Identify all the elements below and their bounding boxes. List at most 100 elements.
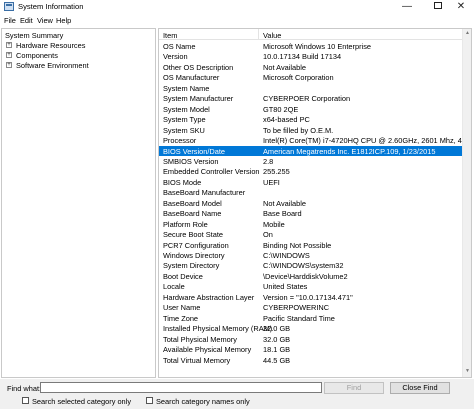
row-value-cell: Not Available <box>263 198 307 208</box>
row-item-cell: Embedded Controller Version <box>163 167 260 177</box>
tree-item-label: Software Environment <box>16 61 89 70</box>
table-row[interactable]: Total Virtual Memory 44.5 GB <box>159 355 463 366</box>
table-row[interactable]: Secure Boot State On <box>159 229 463 240</box>
row-value-cell: CYBERPOER Corporation <box>263 94 351 104</box>
row-value-cell: Base Board <box>263 209 302 219</box>
table-row[interactable]: Embedded Controller Version 255.255 <box>159 166 463 177</box>
table-row[interactable]: SMBIOS Version 2.8 <box>159 156 463 167</box>
expand-icon[interactable]: + <box>6 52 12 58</box>
row-value-cell: \Device\HarddiskVolume2 <box>263 271 348 281</box>
menu-edit[interactable]: Edit <box>20 16 33 25</box>
row-value-cell: 18.1 GB <box>263 345 291 355</box>
table-row[interactable]: Boot Device \Device\HarddiskVolume2 <box>159 271 463 282</box>
row-item-cell: Windows Directory <box>163 251 225 260</box>
row-item-cell: System Model <box>163 104 210 114</box>
row-value-cell: Binding Not Possible <box>263 240 332 250</box>
table-row[interactable]: System Name <box>159 83 463 94</box>
table-row[interactable]: System Directory C:\WINDOWS\system32 <box>159 260 463 271</box>
find-button[interactable]: Find <box>324 382 384 394</box>
row-value-cell: Version = "10.0.17134.471" <box>263 292 353 302</box>
table-row[interactable]: Processor Intel(R) Core(TM) i7-4720HQ CPU… <box>159 135 471 146</box>
row-item-cell: OS Manufacturer <box>163 73 220 83</box>
row-value-cell: GT80 2QE <box>263 104 299 114</box>
close-find-button[interactable]: Close Find <box>390 382 450 394</box>
table-row[interactable]: System SKU To be filled by O.E.M. <box>159 125 463 136</box>
column-header-value[interactable]: Value <box>263 31 281 40</box>
row-value-cell: 2.8 <box>263 156 274 166</box>
row-value-cell: 32.0 GB <box>263 324 291 334</box>
vertical-scrollbar[interactable]: ▲ ▼ <box>462 29 471 377</box>
category-tree[interactable]: System Summary + Hardware Resources + Co… <box>1 28 156 378</box>
row-item-cell: User Name <box>163 303 201 313</box>
details-list[interactable]: Item Value OS Name Microsoft Windows 10 E… <box>158 28 472 378</box>
row-item-cell: Locale <box>163 282 185 292</box>
row-item-cell: Other OS Description <box>163 62 234 72</box>
tree-item-label: Components <box>16 51 58 60</box>
table-row[interactable]: Platform Role Mobile <box>159 219 463 230</box>
table-row[interactable]: Installed Physical Memory (RAM) 32.0 GB <box>159 323 463 334</box>
row-item-cell: System Directory <box>163 261 220 271</box>
tree-item-label: Hardware Resources <box>16 41 86 50</box>
row-value-cell: On <box>263 230 273 240</box>
table-row[interactable]: BaseBoard Manufacturer <box>159 187 463 198</box>
expand-icon[interactable]: + <box>6 42 12 48</box>
row-item-cell: System Type <box>163 115 206 125</box>
table-row[interactable]: Time Zone Pacific Standard Time <box>159 313 463 324</box>
table-row[interactable]: User Name CYBERPOWERINC <box>159 302 463 313</box>
row-item-cell: SMBIOS Version <box>163 156 219 166</box>
table-row[interactable]: Locale United States <box>159 281 463 292</box>
table-row[interactable]: System Manufacturer CYBERPOER Corporation <box>159 93 463 104</box>
menu-help[interactable]: Help <box>56 16 71 25</box>
expand-icon[interactable]: + <box>6 62 12 68</box>
row-value-cell: Mobile <box>263 219 285 229</box>
table-row[interactable]: OS Manufacturer Microsoft Corporation <box>159 72 463 83</box>
maximize-icon <box>434 1 442 9</box>
minimize-button[interactable]: — <box>392 0 422 14</box>
row-item-cell: System Name <box>163 83 210 93</box>
system-information-app-icon <box>4 2 14 11</box>
row-item-cell: Processor <box>163 136 197 146</box>
table-row[interactable]: PCR7 Configuration Binding Not Possible <box>159 240 463 251</box>
menu-file[interactable]: File <box>4 16 16 25</box>
row-value-cell: 44.5 GB <box>263 355 291 365</box>
find-bar: Find what: Find Close Find Search select… <box>0 379 474 409</box>
row-item-cell: Hardware Abstraction Layer <box>163 292 255 302</box>
table-row[interactable]: Hardware Abstraction Layer Version = "10.… <box>159 292 463 303</box>
table-row[interactable]: BIOS Version/Date American Megatrends Inc… <box>159 145 463 156</box>
table-row[interactable]: Available Physical Memory 18.1 GB <box>159 344 463 355</box>
table-row[interactable]: BIOS Mode UEFI <box>159 177 463 188</box>
search-category-names-checkbox[interactable] <box>146 397 153 404</box>
menu-view[interactable]: View <box>37 16 53 25</box>
row-value-cell: x64-based PC <box>263 115 310 125</box>
column-header-item[interactable]: Item <box>163 31 177 40</box>
find-what-input[interactable] <box>40 382 322 393</box>
table-row[interactable]: Windows Directory C:\WINDOWS <box>159 250 463 261</box>
column-divider[interactable] <box>258 29 259 40</box>
row-value-cell: Microsoft Corporation <box>263 73 334 83</box>
close-button[interactable]: ✕ <box>446 0 474 14</box>
scroll-up-icon[interactable]: ▲ <box>464 30 471 38</box>
row-value-cell: 10.0.17134 Build 17134 <box>263 52 342 62</box>
scroll-down-icon[interactable]: ▼ <box>464 368 471 376</box>
row-item-cell: Time Zone <box>163 313 199 323</box>
table-row[interactable]: Version 10.0.17134 Build 17134 <box>159 51 463 62</box>
table-row[interactable]: BaseBoard Name Base Board <box>159 208 463 219</box>
search-selected-category-label: Search selected category only <box>32 397 132 406</box>
table-row[interactable]: System Model GT80 2QE <box>159 104 463 115</box>
list-header: Item Value <box>159 29 463 40</box>
row-value-cell: 32.0 GB <box>263 334 291 344</box>
search-selected-category-checkbox[interactable] <box>22 397 29 404</box>
row-value-cell: Pacific Standard Time <box>263 313 335 323</box>
table-row[interactable]: OS Name Microsoft Windows 10 Enterprise <box>159 41 463 52</box>
row-item-cell: Secure Boot State <box>163 230 223 240</box>
row-item-cell: BIOS Version/Date <box>163 146 226 156</box>
table-row[interactable]: Total Physical Memory 32.0 GB <box>159 334 463 345</box>
row-value-cell: To be filled by O.E.M. <box>263 125 334 135</box>
table-row[interactable]: BaseBoard Model Not Available <box>159 198 463 209</box>
tree-item-system-summary[interactable]: System Summary <box>5 31 63 40</box>
row-item-cell: Available Physical Memory <box>163 345 252 355</box>
row-item-cell: System Manufacturer <box>163 94 234 104</box>
table-row[interactable]: System Type x64-based PC <box>159 114 463 125</box>
row-item-cell: System SKU <box>163 125 205 135</box>
table-row[interactable]: Other OS Description Not Available <box>159 62 463 73</box>
